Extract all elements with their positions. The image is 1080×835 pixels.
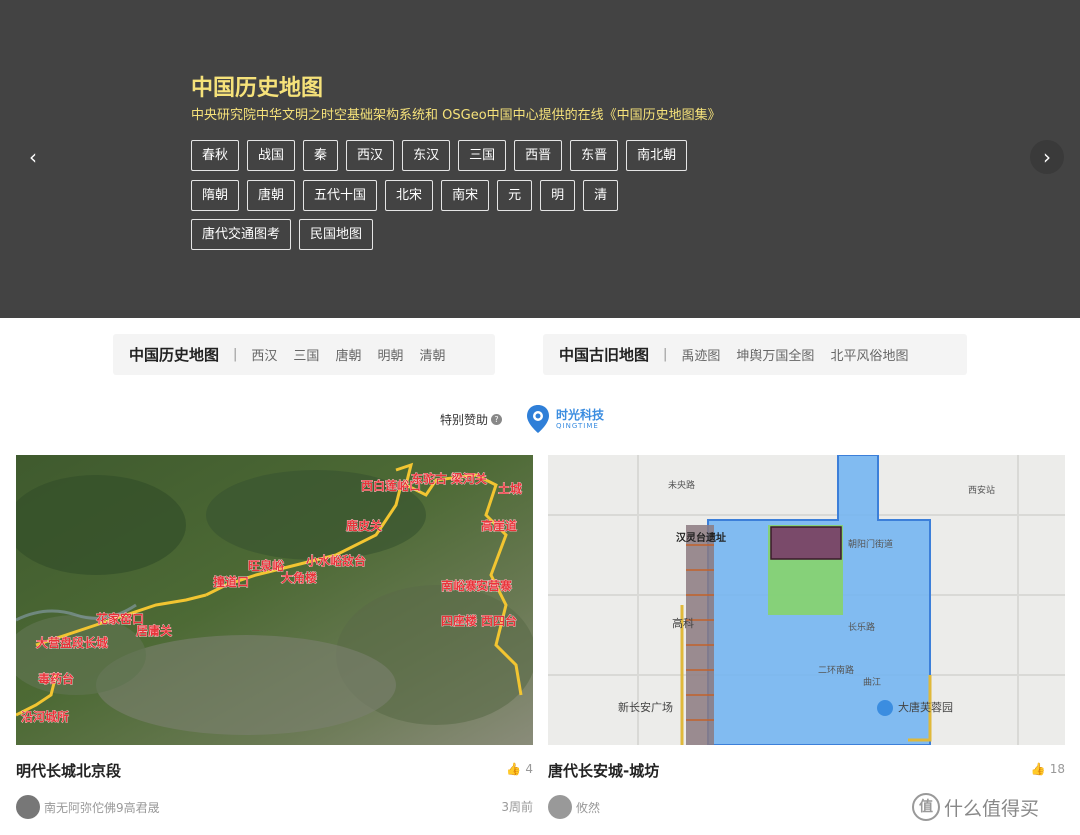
sponsor-name: 时光科技 xyxy=(556,407,605,422)
era-button[interactable]: 唐代交通图考 xyxy=(191,219,292,250)
era-button[interactable]: 北宋 xyxy=(385,180,434,211)
category-title[interactable]: 中国古旧地图 xyxy=(559,344,649,365)
map-label: 汉灵台遗址 xyxy=(676,531,726,544)
author-name[interactable]: 攸然 xyxy=(576,799,600,816)
map-label: 高崖道 xyxy=(481,518,517,533)
map-label: 朝阳门街道 xyxy=(848,538,893,550)
map-pin-icon xyxy=(527,405,550,433)
category-link[interactable]: 三国 xyxy=(293,345,319,364)
hero-title[interactable]: 中国历史地图 xyxy=(191,70,323,102)
map-label: 高科 xyxy=(672,616,694,630)
category-bar-old-maps: 中国古旧地图 | 禹迹图 坤舆万国全图 北平风俗地图 xyxy=(543,334,967,375)
map-label: 小水峪敌台 xyxy=(306,553,366,568)
map-label: 新长安广场 xyxy=(618,700,673,714)
author[interactable]: 攸然 xyxy=(548,795,600,819)
hero-subtitle: 中央研究院中华文明之时空基础架构系统和 OSGeo中国中心提供的在线《中国历史地… xyxy=(191,108,721,123)
category-bar-history-maps: 中国历史地图 | 西汉 三国 唐朝 明朝 清朝 xyxy=(113,334,495,375)
next-arrow-icon[interactable]: › xyxy=(1030,140,1064,174)
era-button[interactable]: 东汉 xyxy=(402,140,451,171)
era-button[interactable]: 清 xyxy=(583,180,619,211)
category-link[interactable]: 禹迹图 xyxy=(681,345,720,364)
like-counter[interactable]: 👍 4 xyxy=(506,762,533,776)
thumbs-up-icon: 👍 xyxy=(506,762,522,776)
map-label: 沿河城所 xyxy=(20,709,69,724)
category-link[interactable]: 清朝 xyxy=(419,345,445,364)
map-label: 西四台 xyxy=(481,613,517,628)
map-label: 曲江 xyxy=(863,677,881,688)
era-button[interactable]: 战国 xyxy=(247,140,296,171)
card-title[interactable]: 明代长城北京段 xyxy=(16,760,121,781)
like-count: 18 xyxy=(1049,762,1065,776)
divider: | xyxy=(663,347,668,362)
map-label: 毒药台 xyxy=(38,671,74,686)
post-time: 3周前 xyxy=(501,800,533,814)
thumbs-up-icon: 👍 xyxy=(1030,762,1046,776)
era-button[interactable]: 南北朝 xyxy=(626,140,688,171)
map-label: 东驼古 xyxy=(411,471,447,486)
map-label: 大营盘段长城 xyxy=(36,635,108,650)
era-button[interactable]: 明 xyxy=(540,180,576,211)
map-card[interactable]: 汉灵台遗址高科新长安广场 大唐芙蓉园 未央路 西安站朝阳门街道长乐路二环南路 曲江 唐代… xyxy=(548,455,1065,819)
map-card[interactable]: 西白莲峪口 东驼古 梁河关 土城 鹿皮关 高崖道 小水峪敌台 旺泉峪 大角楼 撞道口 南峪寨口 安营寨… xyxy=(16,455,533,819)
sponsor-logo[interactable]: 时光科技 QINGTIME xyxy=(526,404,604,434)
author-name[interactable]: 南无阿弥佗佛9高君晟 xyxy=(44,799,160,816)
era-button[interactable]: 民国地图 xyxy=(299,219,374,250)
map-label: 梁河关 xyxy=(450,471,487,486)
card-title[interactable]: 唐代长安城-城坊 xyxy=(548,760,659,781)
map-label: 长乐路 xyxy=(848,621,875,633)
era-button[interactable]: 西晋 xyxy=(514,140,563,171)
site-watermark: 值 什么值得买 xyxy=(912,793,1039,821)
author[interactable]: 南无阿弥佗佛9高君晟 xyxy=(16,795,160,819)
era-button[interactable]: 南宋 xyxy=(441,180,490,211)
map-label: 西安站 xyxy=(968,484,995,496)
map-label: 大唐芙蓉园 xyxy=(898,700,953,714)
map-label: 鹿皮关 xyxy=(346,518,382,533)
sponsor-sub: QINGTIME xyxy=(556,421,599,430)
map-label: 安营寨 xyxy=(476,578,512,593)
era-button[interactable]: 东晋 xyxy=(570,140,619,171)
category-link[interactable]: 明朝 xyxy=(377,345,403,364)
era-button-row: 隋朝 唐朝 五代十国 北宋 南宋元明清 xyxy=(191,180,619,211)
era-button-row: 春秋 战国秦西汉 东汉 三国 西晋 东晋 南北朝 xyxy=(191,140,688,171)
category-link[interactable]: 北平风俗地图 xyxy=(830,345,908,364)
hero-banner: ‹ 中国历史地图 中央研究院中华文明之时空基础架构系统和 OSGeo中国中心提供… xyxy=(0,0,1080,318)
era-button[interactable]: 元 xyxy=(497,180,533,211)
era-button[interactable]: 三国 xyxy=(458,140,507,171)
map-label: 大角楼 xyxy=(281,570,317,585)
era-button[interactable]: 隋朝 xyxy=(191,180,240,211)
era-button[interactable]: 春秋 xyxy=(191,140,240,171)
like-count: 4 xyxy=(525,762,533,776)
map-label: 二环南路 xyxy=(818,664,854,676)
category-link[interactable]: 坤舆万国全图 xyxy=(736,345,814,364)
prev-arrow-icon[interactable]: ‹ xyxy=(16,140,50,174)
category-link[interactable]: 西汉 xyxy=(251,345,277,364)
sponsor-row: 特别赞助 ? 时光科技 QINGTIME xyxy=(440,404,604,434)
category-title[interactable]: 中国历史地图 xyxy=(129,344,219,365)
help-icon[interactable]: ? xyxy=(491,413,503,425)
era-button-row: 唐代交通图考 民国地图 xyxy=(191,219,374,250)
map-label: 旺泉峪 xyxy=(248,558,285,573)
map-label: 四座楼 xyxy=(441,613,477,628)
map-label: 未央路 xyxy=(668,479,695,491)
card-image-great-wall[interactable]: 西白莲峪口东驼古 梁河关土城鹿皮关 高崖道小水峪敌台旺泉峪大角楼撞道口 南峪寨口安营寨… xyxy=(16,455,533,745)
avatar[interactable] xyxy=(16,795,40,819)
card-image-changan[interactable]: 汉灵台遗址高科新长安广场 大唐芙蓉园 未央路 西安站朝阳门街道长乐路二环南路曲江 xyxy=(548,455,1065,745)
category-link[interactable]: 唐朝 xyxy=(335,345,361,364)
sponsor-label: 特别赞助 xyxy=(440,412,489,427)
era-button[interactable]: 西汉 xyxy=(346,140,395,171)
era-button[interactable]: 秦 xyxy=(303,140,339,171)
map-label: 撞道口 xyxy=(213,574,249,589)
avatar[interactable] xyxy=(548,795,572,819)
map-label: 居庸关 xyxy=(136,623,172,638)
watermark-text: 什么值得买 xyxy=(944,797,1040,820)
divider: | xyxy=(233,347,238,362)
era-button[interactable]: 唐朝 xyxy=(247,180,296,211)
era-button[interactable]: 五代十国 xyxy=(303,180,378,211)
like-counter[interactable]: 👍 18 xyxy=(1031,762,1065,776)
map-label: 土城 xyxy=(498,481,522,496)
zhi-logo-icon: 值 xyxy=(912,793,940,821)
